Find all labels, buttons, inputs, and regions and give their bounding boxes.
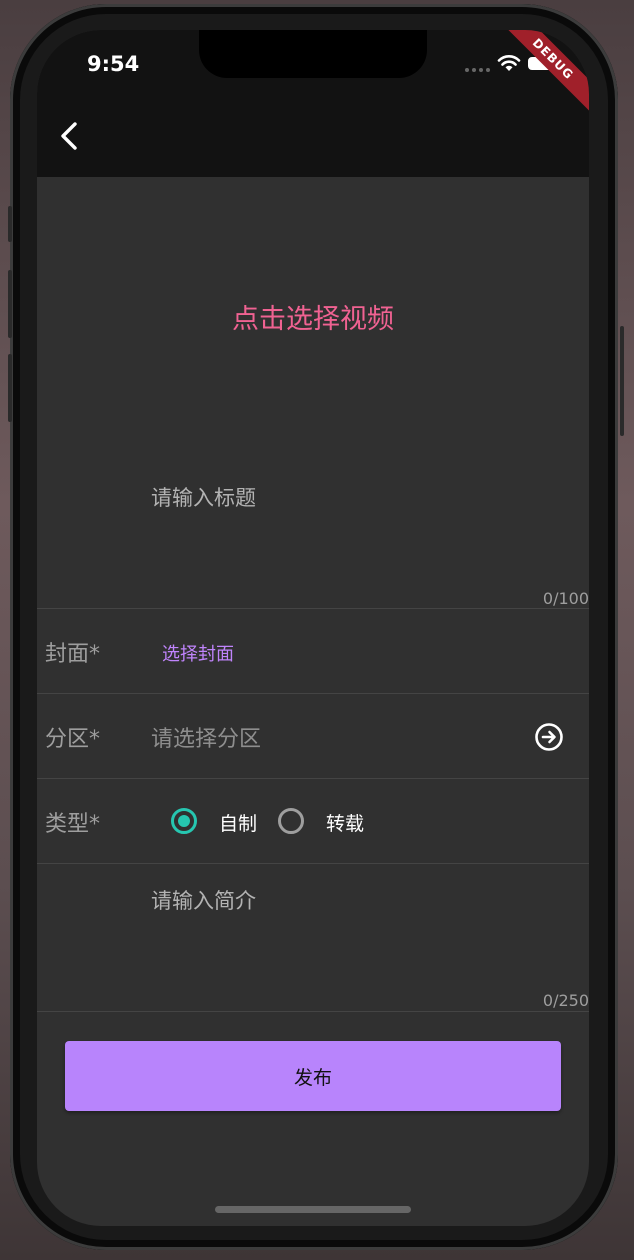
- wifi-icon: [497, 55, 521, 71]
- app-bar: 9:54 DEBUG: [37, 30, 589, 177]
- side-button: [8, 206, 12, 242]
- signal-icon: [465, 68, 490, 72]
- back-chevron-icon[interactable]: [55, 118, 83, 154]
- debug-banner: DEBUG: [495, 30, 589, 117]
- video-picker-label: 点击选择视频: [232, 303, 394, 335]
- cover-row: 封面* 选择封面: [37, 609, 589, 694]
- video-picker[interactable]: 点击选择视频: [37, 177, 589, 459]
- side-button: [8, 354, 12, 422]
- radio-original[interactable]: [171, 808, 197, 834]
- radio-repost-label[interactable]: 转载: [326, 809, 364, 836]
- home-indicator[interactable]: [215, 1206, 411, 1213]
- title-input[interactable]: 请输入标题 0/100: [37, 460, 589, 609]
- notch: [199, 30, 427, 78]
- side-button: [8, 270, 12, 338]
- partition-row[interactable]: 分区* 请选择分区: [37, 694, 589, 779]
- radio-original-label[interactable]: 自制: [219, 809, 257, 836]
- status-time: 9:54: [87, 52, 140, 76]
- partition-select[interactable]: 请选择分区: [151, 721, 261, 753]
- intro-input[interactable]: 请输入简介 0/250: [37, 863, 589, 1012]
- type-row: 类型* 自制 转载: [37, 779, 589, 864]
- title-placeholder: 请输入标题: [151, 486, 256, 510]
- radio-repost[interactable]: [278, 808, 304, 834]
- publish-button[interactable]: 发布: [65, 1041, 561, 1111]
- screen: 9:54 DEBUG 点击选择视频 请输入标题 0/100 封面* 选择封面 分…: [37, 30, 589, 1226]
- intro-placeholder: 请输入简介: [151, 889, 256, 913]
- partition-label: 分区*: [45, 727, 101, 752]
- title-counter: 0/100: [542, 589, 589, 608]
- intro-counter: 0/250: [542, 991, 589, 1010]
- type-label: 类型*: [45, 812, 101, 837]
- arrow-right-circle-icon[interactable]: [534, 722, 564, 752]
- cover-label: 封面*: [45, 642, 101, 667]
- select-cover-button[interactable]: 选择封面: [162, 640, 234, 666]
- side-button: [620, 326, 624, 436]
